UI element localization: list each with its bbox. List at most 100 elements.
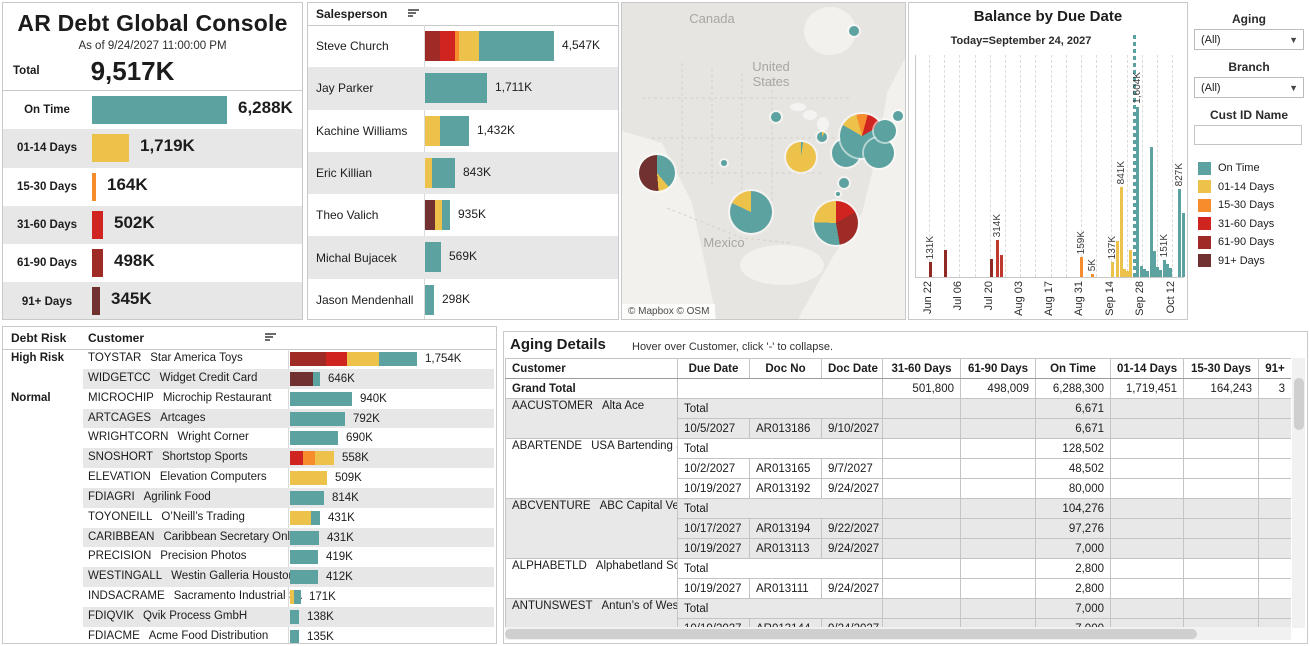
legend-item[interactable]: 15-30 Days <box>1198 196 1308 215</box>
salesperson-bar[interactable] <box>425 73 487 103</box>
total-cell[interactable]: Total <box>678 599 883 619</box>
column-header[interactable]: 61-90 Days <box>961 359 1036 379</box>
salesperson-row[interactable]: Steve Church4,547K <box>308 25 618 67</box>
scrollbar-thumb[interactable] <box>505 629 1197 639</box>
bar-segment[interactable] <box>290 550 318 564</box>
customer-row[interactable]: PRECISIONPrecision Photos419K <box>3 547 496 567</box>
due-date-bar[interactable] <box>1182 213 1185 277</box>
bar-segment[interactable] <box>290 610 299 624</box>
bucket-bar[interactable] <box>92 287 100 315</box>
due-date-bar[interactable] <box>1116 241 1119 277</box>
legend-item[interactable]: On Time <box>1198 159 1308 178</box>
kpi-bucket-row[interactable]: 01-14 Days1,719K <box>3 129 302 167</box>
column-header[interactable]: Customer <box>506 359 678 379</box>
column-header[interactable]: Due Date <box>678 359 750 379</box>
kpi-bucket-row[interactable]: On Time6,288K <box>3 91 302 129</box>
salesperson-bar[interactable] <box>425 31 554 61</box>
salesperson-bar[interactable] <box>425 242 441 272</box>
customer-row[interactable]: FDIQVIKQvik Process GmbH138K <box>3 607 496 627</box>
kpi-bucket-row[interactable]: 91+ Days345K <box>3 282 302 320</box>
legend-item[interactable]: 31-60 Days <box>1198 215 1308 234</box>
due-date-bar[interactable] <box>996 240 999 277</box>
bar-segment[interactable] <box>425 73 487 103</box>
legend-item[interactable]: 91+ Days <box>1198 252 1308 271</box>
customer-bar[interactable] <box>290 412 345 426</box>
customer-row[interactable]: INDSACRAMESacramento Industrial S..171K <box>3 587 496 607</box>
table-row[interactable]: ANTUNSWESTAntun’s of WestchesterTotal7,0… <box>506 599 1292 619</box>
bar-segment[interactable] <box>442 200 450 230</box>
customer-bar[interactable] <box>290 550 318 564</box>
due-date-bar[interactable] <box>1091 274 1094 277</box>
salesperson-bar[interactable] <box>425 158 455 188</box>
customer-row[interactable]: FDIACMEAcme Food Distribution135K <box>3 627 496 643</box>
bar-segment[interactable] <box>290 630 299 643</box>
column-header[interactable]: 15-30 Days <box>1184 359 1259 379</box>
customer-cell[interactable]: ALPHABETLDAlphabetland School Center <box>506 559 678 599</box>
bar-segment[interactable] <box>379 352 417 366</box>
due-date-bar[interactable] <box>929 262 932 277</box>
legend-item[interactable]: 61-90 Days <box>1198 233 1308 252</box>
customer-row[interactable]: SNOSHORTShortstop Sports558K <box>3 448 496 468</box>
map-pie-mark[interactable] <box>771 112 781 122</box>
table-row[interactable]: ALPHABETLDAlphabetland School CenterTota… <box>506 559 1292 579</box>
bar-segment[interactable] <box>479 31 554 61</box>
due-date-bar[interactable] <box>1120 187 1123 277</box>
customer-row[interactable]: ARTCAGESArtcages792K <box>3 409 496 429</box>
branch-filter-dropdown[interactable]: (All) ▼ <box>1194 77 1304 98</box>
aging-filter-dropdown[interactable]: (All) ▼ <box>1194 29 1304 50</box>
customer-row[interactable]: NormalMICROCHIPMicrochip Restaurant940K <box>3 389 496 409</box>
bar-segment[interactable] <box>290 451 303 465</box>
customer-row[interactable]: WESTINGALLWestin Galleria Houston412K <box>3 567 496 587</box>
total-cell[interactable]: Total <box>678 559 883 579</box>
map-pie-mark[interactable] <box>786 142 816 172</box>
due-date-bar[interactable] <box>990 259 993 277</box>
customer-row[interactable]: WRIGHTCORNWright Corner690K <box>3 428 496 448</box>
bucket-bar[interactable] <box>92 134 129 162</box>
salesperson-bar[interactable] <box>425 116 469 146</box>
map-pie-mark[interactable] <box>639 155 675 191</box>
bar-segment[interactable] <box>425 242 441 272</box>
customer-cell[interactable]: AACUSTOMERAlta Ace <box>506 399 678 439</box>
bar-segment[interactable] <box>313 372 320 386</box>
due-date-bar[interactable] <box>1136 107 1139 277</box>
table-row[interactable]: ABCVENTUREABC Capital VenturesTotal104,2… <box>506 499 1292 519</box>
customer-bar[interactable] <box>290 352 417 366</box>
salesperson-row[interactable]: Theo Valich935K <box>308 194 618 236</box>
bar-segment[interactable] <box>290 471 327 485</box>
salesperson-row[interactable]: Jay Parker1,711K <box>308 67 618 109</box>
bar-segment[interactable] <box>435 200 442 230</box>
map-pie-mark[interactable] <box>836 192 840 196</box>
due-date-bar[interactable] <box>1146 271 1149 277</box>
due-date-bar[interactable] <box>1111 262 1114 277</box>
customer-bar[interactable] <box>290 511 320 525</box>
customer-bar[interactable] <box>290 431 338 445</box>
kpi-bucket-row[interactable]: 31-60 Days502K <box>3 206 302 244</box>
customer-row[interactable]: WIDGETCCWidget Credit Card646K <box>3 369 496 389</box>
bar-segment[interactable] <box>303 451 315 465</box>
sort-icon[interactable] <box>408 9 420 19</box>
customer-bar[interactable] <box>290 590 301 604</box>
customer-bar[interactable] <box>290 570 318 584</box>
horizontal-scrollbar[interactable] <box>505 627 1291 640</box>
bar-segment[interactable] <box>290 412 345 426</box>
bar-segment[interactable] <box>425 116 440 146</box>
customer-bar[interactable] <box>290 630 299 643</box>
table-row[interactable]: AACUSTOMERAlta AceTotal6,671 <box>506 399 1292 419</box>
salesperson-row[interactable]: Eric Killian843K <box>308 152 618 194</box>
bar-segment[interactable] <box>315 451 334 465</box>
due-date-bar[interactable] <box>1178 189 1181 277</box>
kpi-bucket-row[interactable]: 61-90 Days498K <box>3 244 302 282</box>
customer-cell[interactable]: ABCVENTUREABC Capital Ventures <box>506 499 678 559</box>
bar-segment[interactable] <box>294 590 301 604</box>
salesperson-bar[interactable] <box>425 285 434 315</box>
bar-segment[interactable] <box>290 511 311 525</box>
customer-row[interactable]: ELEVATIONElevation Computers509K <box>3 468 496 488</box>
map-pie-mark[interactable] <box>817 132 827 142</box>
map-pie-mark[interactable] <box>839 178 849 188</box>
cust-id-name-input[interactable] <box>1194 125 1302 145</box>
map-pie-mark[interactable] <box>814 201 858 245</box>
map-pie-mark[interactable] <box>849 26 859 36</box>
due-date-bar[interactable] <box>1159 270 1162 277</box>
scrollbar-thumb[interactable] <box>1294 378 1304 430</box>
column-header[interactable]: 01-14 Days <box>1111 359 1184 379</box>
